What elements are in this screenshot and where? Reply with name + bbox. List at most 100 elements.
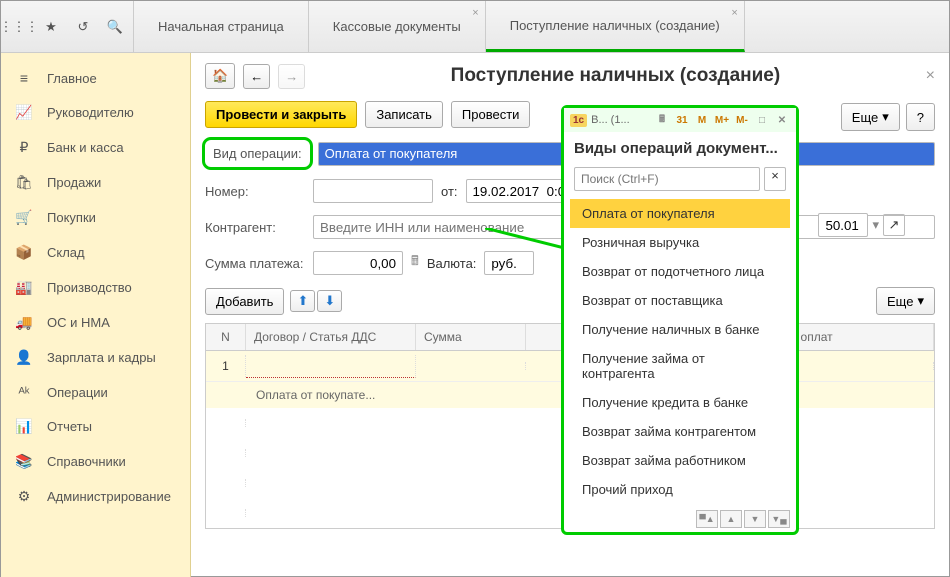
popup-up-button[interactable]: ▲ <box>720 510 742 528</box>
sidebar-icon: 📊 <box>15 418 33 435</box>
op-type-popup: 1c В... (1... 🖩 31 M M+ M- □ ✕ Виды опер… <box>561 105 799 535</box>
star-icon[interactable]: ★ <box>41 17 61 37</box>
sidebar-item[interactable]: 📚 Справочники <box>1 444 190 479</box>
sum-label: Сумма платежа: <box>205 256 305 271</box>
number-field[interactable] <box>313 179 433 203</box>
popup-item[interactable]: Возврат от поставщика <box>570 286 790 315</box>
popup-calc-icon[interactable]: 🖩 <box>654 112 670 128</box>
sidebar-icon: 🛍 <box>15 174 33 191</box>
popup-first-button[interactable]: ▀▲ <box>696 510 718 528</box>
popup-item[interactable]: Розничная выручка <box>570 228 790 257</box>
sidebar-label: Руководителю <box>47 105 134 120</box>
popup-mminus-icon[interactable]: M- <box>734 112 750 128</box>
popup-header: Виды операций документ... <box>564 132 796 161</box>
tab[interactable]: Поступление наличных (создание)× <box>486 1 745 52</box>
page-title: Поступление наличных (создание) <box>313 65 917 87</box>
popup-item[interactable]: Оплата от покупателя <box>570 199 790 228</box>
tab-close-icon[interactable]: × <box>472 7 478 19</box>
close-icon[interactable]: × <box>926 67 935 85</box>
popup-item[interactable]: Прочий приход <box>570 475 790 504</box>
search-icon[interactable]: 🔍 <box>105 17 125 37</box>
post-button[interactable]: Провести <box>451 101 531 128</box>
sidebar-label: Зарплата и кадры <box>47 350 156 365</box>
sum-field[interactable] <box>313 251 403 275</box>
sidebar-icon: 🚚 <box>15 314 33 331</box>
popup-item[interactable]: Получение займа от контрагента <box>570 344 790 388</box>
home-button[interactable]: 🏠 <box>205 63 235 89</box>
tab[interactable]: Кассовые документы× <box>309 1 486 52</box>
sidebar-icon: 🏭 <box>15 279 33 296</box>
sidebar-label: Отчеты <box>47 419 92 434</box>
popup-close-icon[interactable]: ✕ <box>774 112 790 128</box>
date-label: от: <box>441 184 458 199</box>
popup-calendar-icon[interactable]: 31 <box>674 112 690 128</box>
sidebar-item[interactable]: 🛒 Покупки <box>1 200 190 235</box>
grid-more-button[interactable]: Еще ▾ <box>876 287 935 315</box>
sidebar-icon: ⚙ <box>15 488 33 505</box>
popup-window-title: В... (1... <box>591 114 650 126</box>
popup-search-clear[interactable]: × <box>764 167 786 191</box>
calc-icon[interactable]: 🖩 <box>411 252 419 274</box>
sidebar-icon: ₽ <box>15 139 33 156</box>
sidebar-item[interactable]: 🚚 ОС и НМА <box>1 305 190 340</box>
sidebar-icon: 🛒 <box>15 209 33 226</box>
contragent-label: Контрагент: <box>205 220 305 235</box>
popup-search-input[interactable] <box>574 167 760 191</box>
save-button[interactable]: Записать <box>365 101 443 128</box>
popup-item[interactable]: Возврат займа контрагентом <box>570 417 790 446</box>
move-up-button[interactable]: ⬆ <box>290 290 315 312</box>
number-label: Номер: <box>205 184 305 199</box>
tab[interactable]: Начальная страница <box>134 1 309 52</box>
col-n[interactable]: N <box>206 324 246 350</box>
app-badge-icon: 1c <box>570 114 587 127</box>
sidebar-item[interactable]: 📦Склад <box>1 235 190 270</box>
popup-item[interactable]: Получение кредита в банке <box>570 388 790 417</box>
account-field[interactable] <box>818 213 868 237</box>
sidebar-label: Банк и касса <box>47 140 124 155</box>
sidebar-item[interactable]: 🛍Продажи <box>1 165 190 200</box>
sidebar-item[interactable]: ≡Главное <box>1 61 190 95</box>
more-button[interactable]: Еще ▾ <box>841 103 900 131</box>
open-account-icon[interactable]: ↗ <box>883 214 905 236</box>
sidebar-item[interactable]: ᴬᵏОперации <box>1 375 190 409</box>
history-icon[interactable]: ↺ <box>73 17 93 37</box>
apps-icon[interactable]: ⋮⋮⋮ <box>9 17 29 37</box>
sidebar: ≡Главное 📈 Руководителю ₽ Банк и касса 🛍Прода… <box>1 53 191 577</box>
help-button[interactable]: ? <box>906 103 935 131</box>
forward-button[interactable]: → <box>278 64 305 89</box>
sidebar-item[interactable]: 🏭Производство <box>1 270 190 305</box>
post-close-button[interactable]: Провести и закрыть <box>205 101 357 128</box>
popup-item[interactable]: Возврат займа работником <box>570 446 790 475</box>
tab-close-icon[interactable]: × <box>731 7 737 19</box>
sidebar-icon: 📈 <box>15 104 33 121</box>
sidebar-icon: 👤 <box>15 349 33 366</box>
popup-down-button[interactable]: ▼ <box>744 510 766 528</box>
sidebar-icon: 📚 <box>15 453 33 470</box>
top-icon-group: ⋮⋮⋮ ★ ↺ 🔍 <box>1 1 134 52</box>
add-button[interactable]: Добавить <box>205 288 284 315</box>
sidebar-item[interactable]: ₽ Банк и касса <box>1 130 190 165</box>
sidebar-item[interactable]: ⚙ Администрирование <box>1 479 190 514</box>
sidebar-label: Справочники <box>47 454 126 469</box>
popup-last-button[interactable]: ▼▄ <box>768 510 790 528</box>
popup-maximize-icon[interactable]: □ <box>754 112 770 128</box>
sidebar-label: ОС и НМА <box>47 315 110 330</box>
sidebar-item[interactable]: 👤 Зарплата и кадры <box>1 340 190 375</box>
top-bar: ⋮⋮⋮ ★ ↺ 🔍 Начальная страницаКассовые док… <box>1 1 949 53</box>
col-sum[interactable]: Сумма <box>416 324 526 350</box>
back-button[interactable]: ← <box>243 64 270 89</box>
popup-list: Оплата от покупателяРозничная выручкаВоз… <box>564 197 796 506</box>
popup-item[interactable]: Получение наличных в банке <box>570 315 790 344</box>
sidebar-item[interactable]: 📊 Отчеты <box>1 409 190 444</box>
move-down-button[interactable]: ⬇ <box>317 290 342 312</box>
popup-item[interactable]: Возврат от подотчетного лица <box>570 257 790 286</box>
col-contract[interactable]: Договор / Статья ДДС <box>246 324 416 350</box>
sidebar-label: Главное <box>47 71 97 86</box>
popup-mplus-icon[interactable]: M+ <box>714 112 730 128</box>
sidebar-label: Покупки <box>47 210 96 225</box>
sidebar-icon: ᴬᵏ <box>15 384 33 400</box>
tab-list: Начальная страницаКассовые документы×Пос… <box>134 1 745 52</box>
popup-m-icon[interactable]: M <box>694 112 710 128</box>
sidebar-item[interactable]: 📈 Руководителю <box>1 95 190 130</box>
sidebar-label: Администрирование <box>47 489 171 504</box>
